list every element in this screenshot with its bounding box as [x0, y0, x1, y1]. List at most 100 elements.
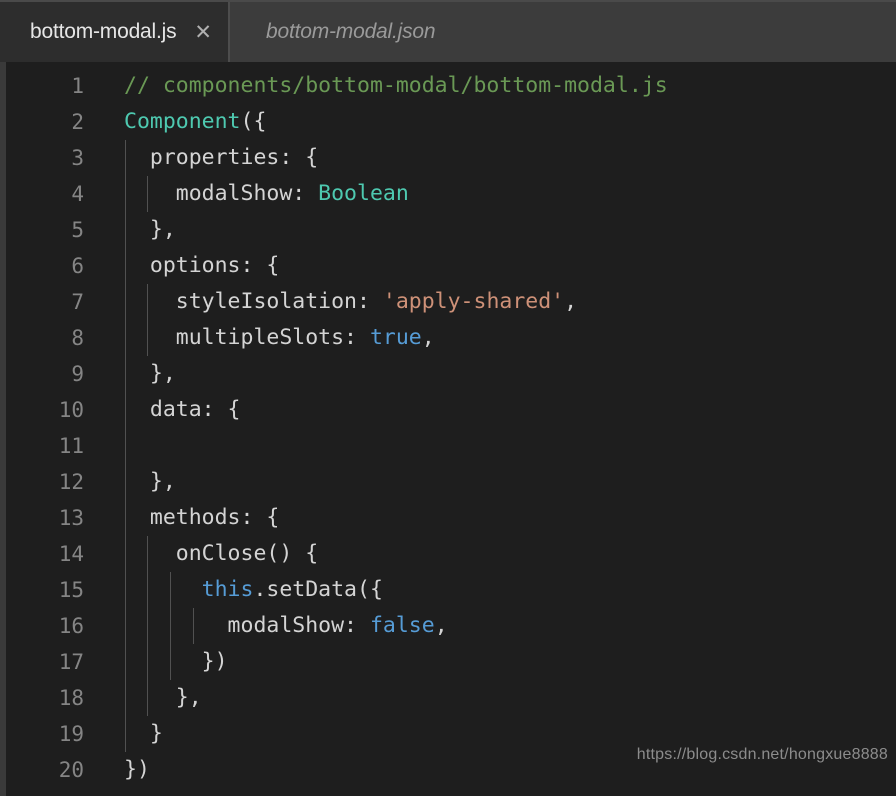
line-number: 10: [58, 398, 84, 422]
code-line[interactable]: 10 data: {: [6, 392, 896, 428]
tab-label: bottom-modal.js: [30, 20, 177, 43]
code-text[interactable]: }): [84, 644, 896, 680]
line-number: 17: [58, 650, 84, 674]
line-number: 5: [71, 218, 84, 242]
line-number: 8: [71, 326, 84, 350]
token-type: Component: [124, 109, 241, 134]
indent-guide: [124, 392, 126, 428]
code-text[interactable]: // components/bottom-modal/bottom-modal.…: [84, 68, 896, 104]
line-number: 2: [71, 110, 84, 134]
indent-guide: [124, 608, 126, 644]
code-line[interactable]: 17 }): [6, 644, 896, 680]
tab-bottom-modal-json[interactable]: bottom-modal.json: [230, 2, 896, 62]
code-line[interactable]: 18 },: [6, 680, 896, 716]
close-icon[interactable]: ✕: [194, 21, 212, 43]
line-number: 6: [71, 254, 84, 278]
token-plain: modalShow:: [124, 181, 319, 206]
token-comment: // components/bottom-modal/bottom-modal.…: [124, 73, 668, 98]
tab-bottom-modal-js[interactable]: bottom-modal.js ✕: [0, 2, 230, 62]
line-number: 21: [6, 788, 84, 796]
indent-guide: [124, 536, 126, 572]
token-kw: false: [369, 613, 435, 638]
code-line[interactable]: 15 this.setData({: [6, 572, 896, 608]
indent-guide: [124, 176, 126, 212]
token-kw: true: [369, 325, 422, 350]
code-text[interactable]: multipleSlots: true,: [84, 320, 896, 356]
indent-guide: [124, 320, 126, 356]
code-line[interactable]: 1 // components/bottom-modal/bottom-modal…: [6, 68, 896, 104]
indent-guide: [124, 644, 126, 680]
indent-guide: [124, 716, 126, 752]
code-line[interactable]: 14 onClose() {: [6, 536, 896, 572]
code-line[interactable]: 11: [6, 428, 896, 464]
token-plain: modalShow:: [124, 613, 370, 638]
code-text[interactable]: Component({: [84, 104, 896, 140]
token-plain: data: {: [124, 397, 241, 422]
token-plain: options: {: [124, 253, 280, 278]
line-number: 14: [58, 542, 84, 566]
tab-label: bottom-modal.json: [266, 20, 436, 43]
token-plain: .setData({: [253, 577, 383, 602]
code-lines[interactable]: 1 // components/bottom-modal/bottom-modal…: [6, 68, 896, 796]
token-plain: ,: [421, 325, 435, 350]
code-text[interactable]: modalShow: Boolean: [84, 176, 896, 212]
indent-guide: [124, 248, 126, 284]
code-text[interactable]: data: {: [84, 392, 896, 428]
line-number: 1: [71, 74, 84, 98]
token-plain: properties: {: [124, 145, 319, 170]
code-line[interactable]: 9 },: [6, 356, 896, 392]
token-plain: }): [124, 649, 228, 674]
indent-guide: [124, 500, 126, 536]
code-text[interactable]: this.setData({: [84, 572, 896, 608]
indent-guide: [147, 644, 149, 680]
code-line[interactable]: 6 options: {: [6, 248, 896, 284]
code-line[interactable]: 16 modalShow: false,: [6, 608, 896, 644]
code-line[interactable]: 19 }: [6, 716, 896, 752]
code-text[interactable]: }): [84, 752, 896, 788]
code-text[interactable]: styleIsolation: 'apply-shared',: [84, 284, 896, 320]
indent-guide: [124, 572, 126, 608]
token-plain: },: [124, 469, 176, 494]
line-number: 15: [58, 578, 84, 602]
code-line[interactable]: 3 properties: {: [6, 140, 896, 176]
code-editor-window: bottom-modal.js ✕ bottom-modal.json 1 // …: [0, 0, 896, 796]
code-line[interactable]: 2 Component({: [6, 104, 896, 140]
token-type: Boolean: [318, 181, 409, 206]
code-text[interactable]: options: {: [84, 248, 896, 284]
code-text[interactable]: properties: {: [84, 140, 896, 176]
editor-tab-bar: bottom-modal.js ✕ bottom-modal.json: [0, 0, 896, 62]
code-line[interactable]: 7 styleIsolation: 'apply-shared',: [6, 284, 896, 320]
token-kw: this: [201, 577, 254, 602]
indent-guide: [124, 140, 126, 176]
indent-guide: [124, 680, 126, 716]
code-line[interactable]: 4 modalShow: Boolean: [6, 176, 896, 212]
code-line[interactable]: 20}): [6, 752, 896, 788]
code-line[interactable]: 13 methods: {: [6, 500, 896, 536]
token-plain: },: [124, 217, 176, 242]
token-plain: styleIsolation:: [124, 289, 383, 314]
line-number: 9: [71, 362, 84, 386]
code-text[interactable]: },: [84, 680, 896, 716]
code-text[interactable]: },: [84, 464, 896, 500]
indent-guide: [147, 176, 149, 212]
line-number: 3: [71, 146, 84, 170]
editor-area: 1 // components/bottom-modal/bottom-modal…: [0, 62, 896, 796]
code-text[interactable]: methods: {: [84, 500, 896, 536]
code-text[interactable]: }: [84, 716, 896, 752]
indent-guide: [170, 608, 172, 644]
token-string: 'apply-shared': [382, 289, 565, 314]
token-plain: ,: [564, 289, 578, 314]
token-plain: },: [124, 361, 176, 386]
code-line[interactable]: 8 multipleSlots: true,: [6, 320, 896, 356]
code-text[interactable]: },: [84, 212, 896, 248]
code-line[interactable]: 21: [6, 788, 896, 796]
code-line[interactable]: 5 },: [6, 212, 896, 248]
indent-guide: [170, 572, 172, 608]
token-plain: ({: [240, 109, 267, 134]
code-line[interactable]: 12 },: [6, 464, 896, 500]
code-text[interactable]: onClose() {: [84, 536, 896, 572]
code-text[interactable]: modalShow: false,: [84, 608, 896, 644]
code-text[interactable]: },: [84, 356, 896, 392]
editor-body[interactable]: 1 // components/bottom-modal/bottom-modal…: [6, 62, 896, 796]
